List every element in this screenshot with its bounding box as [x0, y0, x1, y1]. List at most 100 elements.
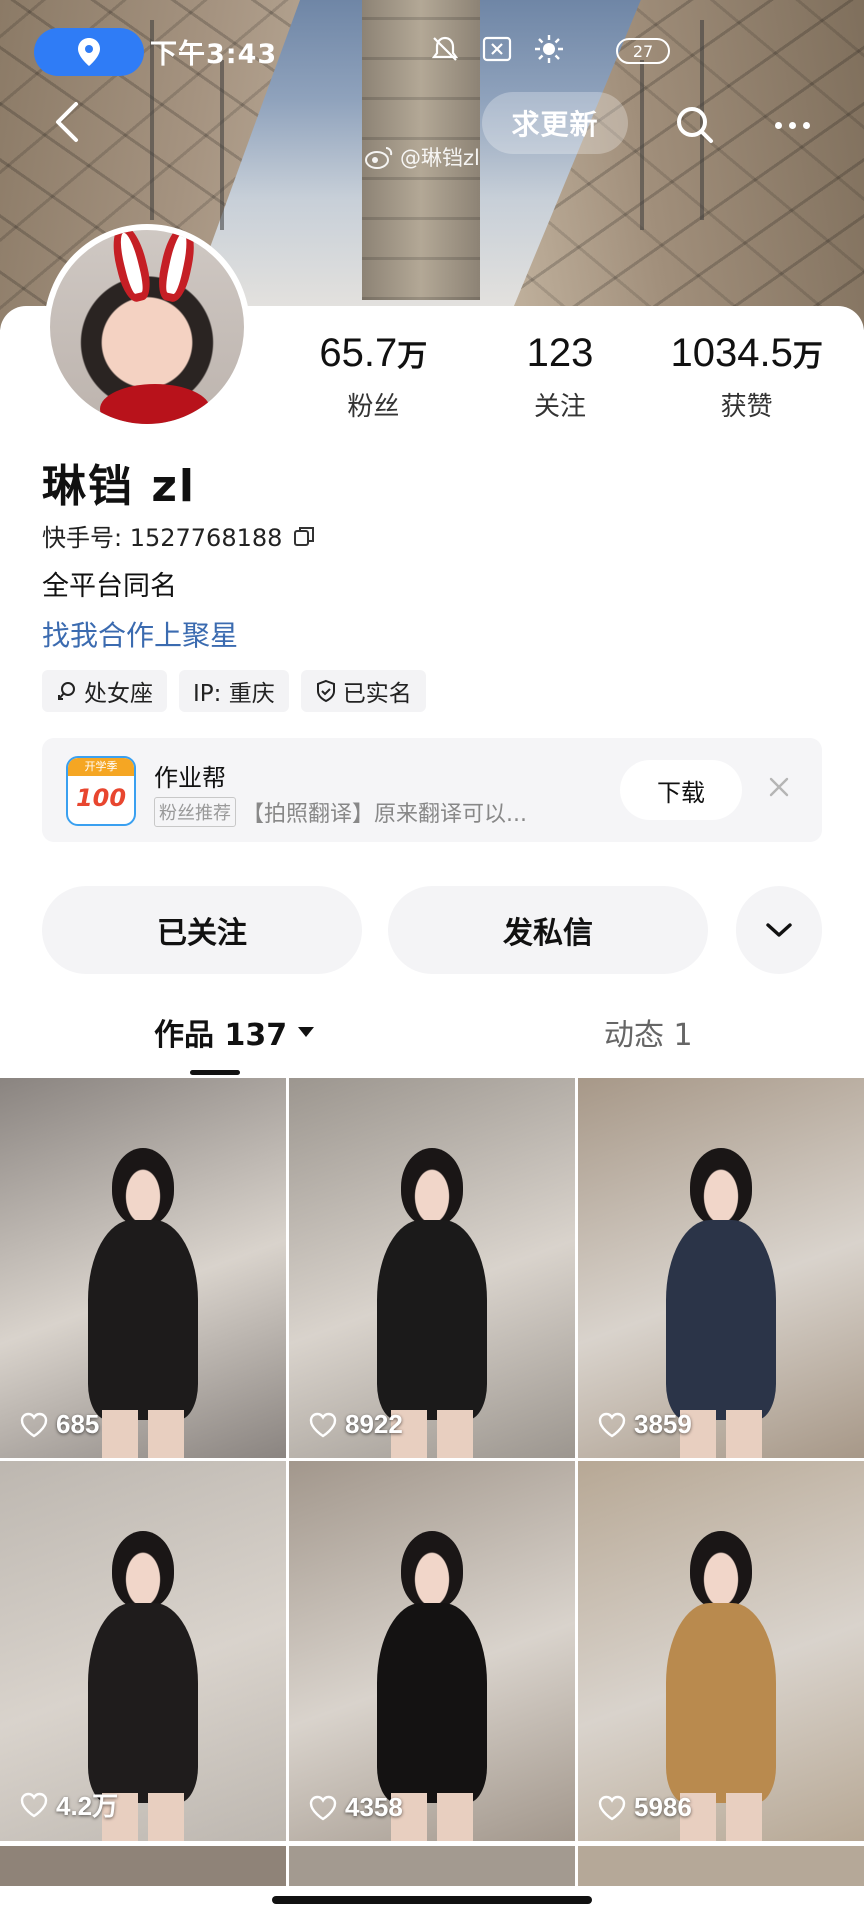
work-thumbnail[interactable]: 3859 — [578, 1078, 864, 1458]
status-icons — [430, 34, 564, 64]
avatar[interactable] — [44, 224, 250, 430]
app-ad-card[interactable]: 开学季 100 作业帮 粉丝推荐 【拍照翻译】原来翻译可以... 下载 — [42, 738, 822, 842]
chevron-down-icon — [766, 923, 792, 937]
kwai-id-row: 快手号: 1527768188 — [42, 518, 316, 553]
avatar-outfit — [100, 384, 210, 424]
like-count-value: 5986 — [634, 1792, 692, 1822]
figure-outfit — [88, 1603, 198, 1803]
mute-bell-icon — [431, 36, 459, 61]
figure-legs — [102, 1410, 184, 1458]
figure-head — [112, 1531, 174, 1609]
profile-actions: 已关注 发私信 — [42, 886, 822, 974]
brightness-icon — [535, 35, 563, 63]
figure-head — [401, 1531, 463, 1609]
followed-button[interactable]: 已关注 — [42, 886, 362, 974]
tab-works[interactable]: 作品 137 — [154, 1010, 315, 1054]
figure-head — [690, 1148, 752, 1226]
more-dot-icon — [774, 121, 782, 129]
work-thumbnail[interactable]: 5986 — [578, 1461, 864, 1841]
heart-icon — [309, 1412, 337, 1437]
work-thumbnail-partial[interactable] — [289, 1846, 575, 1886]
stat-number: 123 — [526, 331, 594, 375]
bunny-ears — [107, 230, 200, 305]
constellation-icon — [58, 682, 75, 700]
tag-label: 已实名 — [342, 681, 412, 707]
stat-likes[interactable]: 1034.5万 获赞 — [653, 330, 840, 423]
close-box-icon — [482, 36, 512, 62]
location-pill[interactable] — [34, 28, 144, 76]
heart-icon — [598, 1412, 626, 1437]
back-button[interactable] — [44, 98, 88, 146]
work-thumbnail-partial[interactable] — [578, 1846, 864, 1886]
ad-title: 作业帮 — [154, 764, 226, 792]
status-bar: 下午3:43 27 — [0, 0, 864, 100]
work-thumbnail[interactable]: 685 — [0, 1078, 286, 1458]
copy-icon[interactable] — [292, 524, 316, 548]
stat-label: 获赞 — [720, 392, 773, 422]
more-dot-icon — [802, 121, 810, 129]
zuoyebang-logo-icon: 开学季 100 — [66, 756, 136, 826]
figure-legs — [391, 1410, 473, 1458]
like-count-value: 4358 — [345, 1792, 403, 1822]
tag-verified[interactable]: 已实名 — [300, 670, 426, 712]
work-thumbnail-partial[interactable] — [0, 1846, 286, 1886]
battery-indicator: 27 — [616, 38, 670, 64]
ad-close-button[interactable] — [764, 772, 794, 802]
like-count: 685 — [20, 1409, 99, 1440]
search-button[interactable] — [672, 102, 718, 148]
like-count: 3859 — [598, 1409, 692, 1440]
location-icon — [78, 38, 100, 66]
bio: 全平台同名 — [42, 571, 177, 602]
verified-shield-icon — [316, 679, 335, 703]
tag-ip[interactable]: IP: 重庆 — [179, 670, 289, 712]
work-thumbnail[interactable]: 4358 — [289, 1461, 575, 1841]
request-update-button[interactable]: 求更新 — [482, 92, 628, 154]
stat-number: 65.7 — [319, 331, 398, 375]
figure-head — [690, 1531, 752, 1609]
like-count: 4.2万 — [20, 1786, 118, 1823]
stat-unit: 万 — [792, 340, 823, 373]
like-count-value: 8922 — [345, 1409, 403, 1439]
like-count-value: 3859 — [634, 1409, 692, 1439]
ad-logo-num: 100 — [75, 784, 127, 812]
figure-outfit — [88, 1220, 198, 1420]
works-grid: 685 8922 3859 4.2万 4358 5986 — [0, 1078, 864, 1841]
figure-head — [112, 1148, 174, 1226]
more-dot-icon — [788, 121, 796, 129]
figure-outfit — [666, 1603, 776, 1803]
back-arrow-icon — [56, 102, 78, 142]
expand-button[interactable] — [736, 886, 822, 974]
home-indicator[interactable] — [272, 1896, 592, 1904]
stat-number: 1034.5 — [670, 331, 793, 375]
stat-unit: 万 — [397, 340, 428, 373]
tag-constellation[interactable]: 处女座 — [42, 670, 167, 712]
ad-download-button[interactable]: 下载 — [620, 760, 742, 820]
send-message-button[interactable]: 发私信 — [388, 886, 708, 974]
stat-label: 粉丝 — [347, 392, 400, 422]
stat-fans[interactable]: 65.7万 粉丝 — [280, 330, 467, 423]
more-options-button[interactable] — [764, 102, 820, 148]
work-thumbnail[interactable]: 8922 — [289, 1078, 575, 1458]
figure-outfit — [377, 1220, 487, 1420]
ad-desc-row: 粉丝推荐 【拍照翻译】原来翻译可以... — [154, 796, 527, 828]
weibo-icon — [365, 147, 393, 169]
figure-legs — [391, 1793, 473, 1841]
figure-head — [401, 1148, 463, 1226]
stat-following[interactable]: 123 关注 — [467, 330, 654, 423]
tab-active-indicator — [190, 1070, 240, 1075]
figure-legs — [680, 1410, 762, 1458]
figure-outfit — [666, 1220, 776, 1420]
works-grid-next-row — [0, 1846, 864, 1886]
profile-stats: 65.7万 粉丝 123 关注 1034.5万 获赞 — [280, 330, 840, 423]
close-icon — [769, 777, 789, 797]
collab-link[interactable]: 找我合作上聚星 — [42, 614, 238, 654]
work-thumbnail[interactable]: 4.2万 — [0, 1461, 286, 1841]
tab-moments[interactable]: 动态 1 — [604, 1010, 693, 1054]
tag-label: IP: 重庆 — [193, 681, 275, 707]
like-count: 8922 — [309, 1409, 403, 1440]
like-count-value: 4.2万 — [56, 1791, 119, 1821]
ad-logo-top: 开学季 — [68, 758, 134, 776]
kwai-id: 快手号: 1527768188 — [42, 524, 283, 552]
figure-legs — [680, 1793, 762, 1841]
weibo-handle: @琳铛zl — [400, 146, 480, 170]
